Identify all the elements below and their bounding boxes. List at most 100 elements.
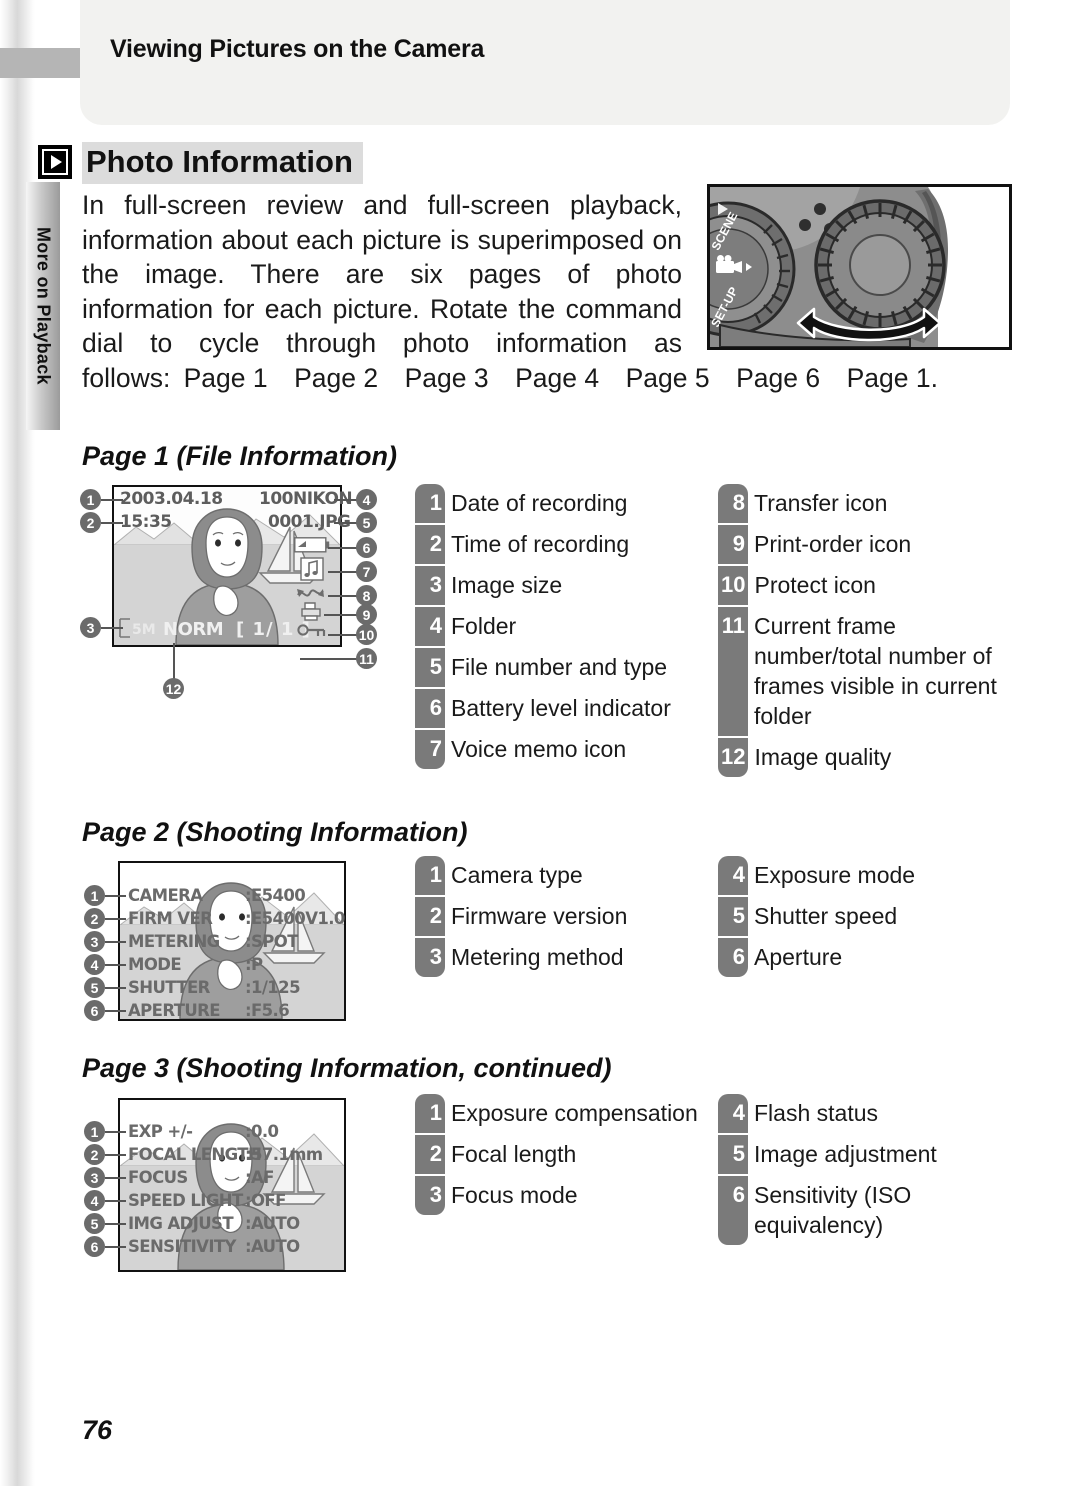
leader-3	[101, 627, 123, 629]
callout-5: 5	[84, 977, 105, 998]
legend-number: 3	[415, 566, 445, 605]
leader-1	[105, 895, 126, 897]
legend-label: Time of recording	[451, 531, 630, 557]
legend-row: 4 Flash status	[718, 1094, 1018, 1133]
legend-label: Voice memo icon	[451, 736, 627, 762]
page-number: 76	[82, 1415, 113, 1445]
legend-label: Metering method	[451, 944, 624, 970]
legend-row: 2 Time of recording	[415, 525, 715, 564]
legend-label: Image adjustment	[754, 1141, 937, 1167]
callout-1: 1	[84, 885, 105, 906]
lcd-row-value: :57.1mm	[245, 1145, 323, 1164]
callout-1: 1	[84, 1121, 105, 1142]
legend-row: 3 Image size	[415, 566, 715, 605]
page2-title: Page 2 (Shooting Information)	[82, 817, 468, 847]
page-title: Viewing Pictures on the Camera	[110, 35, 485, 63]
leader-9	[324, 614, 358, 616]
page3-legend-right: 4 Flash status 5 Image adjustment 6 Sensitivi…	[718, 1094, 1018, 1247]
page1-title: Page 1 (File Information)	[82, 441, 398, 471]
callout-7: 7	[356, 561, 377, 582]
lcd-row-value: :SPOT	[245, 932, 298, 951]
callout-6: 6	[84, 1000, 105, 1021]
callout-1: 1	[80, 489, 101, 510]
lcd-row-label: SHUTTER	[128, 978, 210, 997]
legend-number: 2	[415, 525, 445, 564]
lcd-row-value: :AUTO	[245, 1237, 300, 1256]
leader-2	[101, 522, 123, 524]
legend-number: 11	[718, 607, 748, 736]
legend-number: 9	[718, 525, 748, 564]
page-cycle-item: Page 6	[722, 362, 834, 393]
legend-row: 6 Sensitivity (ISO equivalency)	[718, 1176, 1018, 1245]
leader-2	[105, 918, 126, 920]
leader-11	[300, 658, 358, 660]
legend-row: 1 Exposure compensation	[415, 1094, 715, 1133]
legend-label: File number and type	[451, 654, 668, 680]
legend-label: Date of recording	[451, 490, 628, 516]
legend-label: Sensitivity (ISO equivalency)	[754, 1182, 912, 1238]
leader-5	[105, 987, 126, 989]
callout-4: 4	[84, 954, 105, 975]
playback-icon-frame	[42, 149, 68, 175]
legend-number: 4	[718, 1094, 748, 1133]
legend-number: 10	[718, 566, 749, 605]
leader-7	[328, 571, 358, 573]
legend-number: 2	[415, 897, 445, 936]
lcd-row-label: METERING	[128, 932, 220, 951]
lcd-row-value: :OFF	[245, 1191, 286, 1210]
legend-row: 5 Shutter speed	[718, 897, 1018, 936]
legend-number: 6	[415, 689, 445, 728]
legend-label: Current frame number/total number of fra…	[754, 613, 997, 729]
leader-1	[105, 1131, 126, 1133]
lcd-row-label: CAMERA	[128, 886, 203, 905]
legend-label: Image quality	[754, 744, 892, 770]
leader-2	[105, 1154, 126, 1156]
legend-row: 11 Current frame number/total number of f…	[718, 607, 1018, 736]
legend-label: Exposure mode	[754, 862, 916, 888]
page-cycle-item: Page 4	[501, 362, 613, 393]
legend-label: Firmware version	[451, 903, 628, 929]
lcd-row-label: MODE	[128, 955, 182, 974]
leader-10	[328, 634, 358, 636]
legend-number: 1	[415, 484, 445, 523]
chapter-tab: More on Playback	[26, 182, 60, 430]
leader-1	[101, 499, 123, 501]
legend-number: 6	[718, 1176, 748, 1245]
leader-4	[105, 1200, 126, 1202]
leader-5	[334, 522, 358, 524]
chapter-tab-label: More on Playback	[33, 227, 54, 385]
callout-10: 10	[356, 624, 377, 645]
page-cycle-item: Page 1	[170, 362, 281, 393]
legend-row: 10 Protect icon	[718, 566, 1018, 605]
legend-number: 3	[415, 938, 445, 977]
callout-2: 2	[80, 512, 101, 533]
legend-row: 4 Folder	[415, 607, 715, 646]
lcd-row-value: :P	[245, 955, 263, 974]
lcd-row-label: FIRM VER	[128, 909, 213, 928]
leader-8	[328, 595, 358, 597]
page1-legend-right: 8 Transfer icon 9 Print-order icon 10 Protect…	[718, 484, 1018, 779]
section-body-text: In full-screen review and full-screen pl…	[82, 188, 938, 395]
playback-icon	[38, 145, 72, 179]
legend-row: 2 Firmware version	[415, 897, 715, 936]
legend-row: 3 Focus mode	[415, 1176, 715, 1215]
leader-4	[105, 964, 126, 966]
lcd-row-value: :E5400	[245, 886, 306, 905]
page-cycle-item: Page 1.	[833, 362, 952, 393]
legend-number: 4	[415, 607, 445, 646]
lcd-row-label: APERTURE	[128, 1001, 221, 1020]
callout-6: 6	[84, 1236, 105, 1257]
legend-row: 5 Image adjustment	[718, 1135, 1018, 1174]
command-dial-svg: SCENE SET-UP	[710, 187, 1009, 347]
lcd-row-value: :AF	[245, 1168, 274, 1187]
legend-row: 9 Print-order icon	[718, 525, 1018, 564]
lcd-time: 15:35	[120, 512, 172, 532]
legend-row: 7 Voice memo icon	[415, 730, 715, 769]
legend-label: Aperture	[754, 944, 843, 970]
legend-number: 12	[718, 738, 749, 777]
legend-number: 6	[718, 938, 748, 977]
svg-text:5M: 5M	[132, 622, 156, 638]
lcd-row-label: FOCAL LENGTH	[128, 1145, 262, 1164]
legend-label: Battery level indicator	[451, 695, 671, 721]
image-size-icon: 5M	[118, 617, 160, 644]
